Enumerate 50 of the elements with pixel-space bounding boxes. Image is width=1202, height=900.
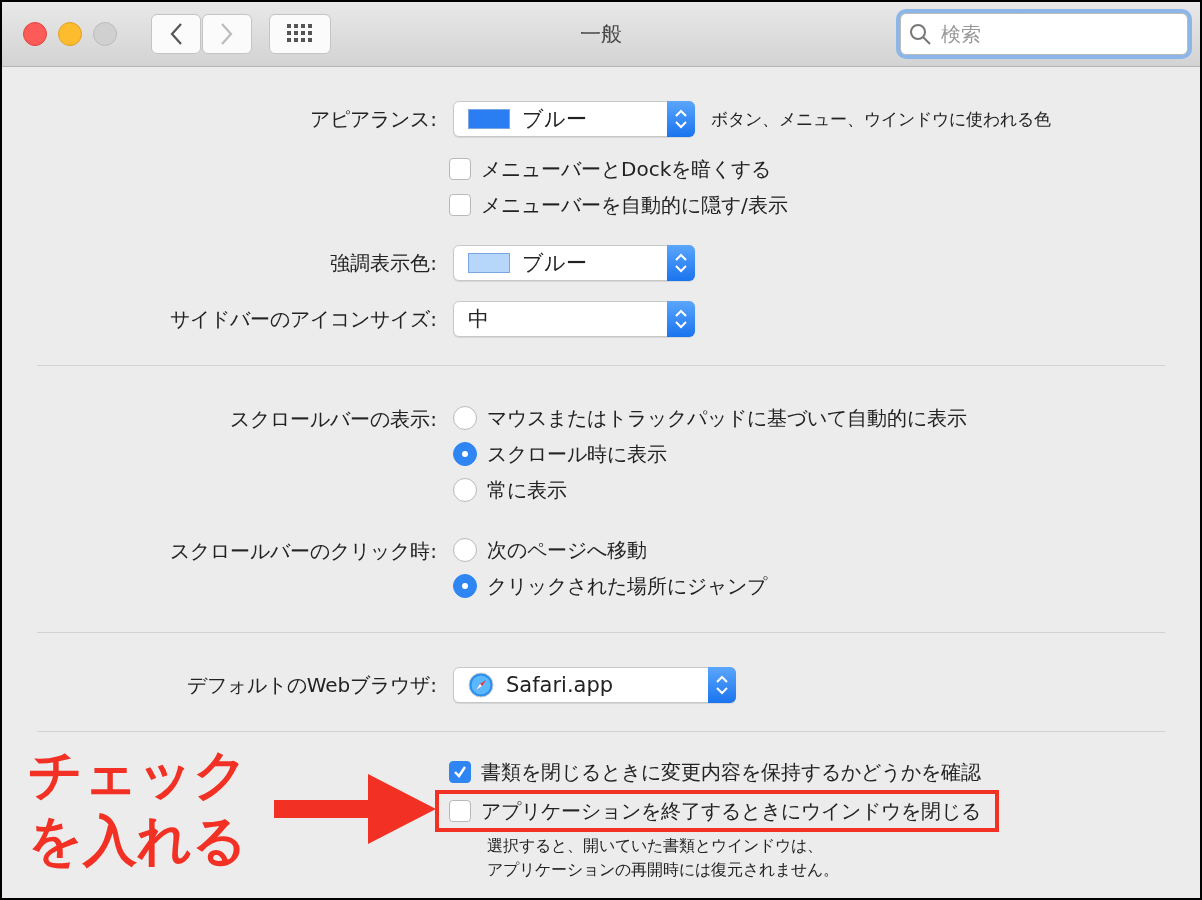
setting-label: スクロールバーのクリック時:	[170, 538, 437, 565]
radio-button[interactable]	[453, 538, 477, 562]
radio-button[interactable]	[453, 478, 477, 502]
up-down-chevron-icon	[674, 252, 688, 274]
up-down-chevron-icon	[674, 108, 688, 130]
checkbox-box[interactable]	[449, 761, 471, 783]
radio-button[interactable]	[453, 406, 477, 430]
checkmark-icon	[452, 764, 468, 780]
popup-menu[interactable]: ブルー	[453, 101, 695, 137]
hint-text: ボタン、メニュー、ウインドウに使われる色	[711, 107, 1051, 131]
checkbox-box[interactable]	[449, 158, 471, 180]
chevron-right-icon	[220, 22, 234, 46]
annotation-text: チェック	[28, 742, 248, 808]
compass-icon	[468, 672, 494, 698]
back-button[interactable]	[151, 14, 201, 54]
popup-menu[interactable]: 中	[453, 301, 695, 337]
setting-label: サイドバーのアイコンサイズ:	[170, 305, 437, 333]
radio-option[interactable]: 次のページへ移動	[453, 532, 647, 568]
window-title: 一般	[580, 21, 622, 48]
description-text: 選択すると、開いていた書類とウインドウは、	[487, 835, 823, 857]
setting-label: アピアランス:	[310, 105, 437, 133]
radio-button[interactable]	[453, 442, 477, 466]
setting-label: スクロールバーの表示:	[230, 406, 437, 433]
minimize-button[interactable]	[58, 22, 82, 46]
checkbox-box[interactable]	[449, 194, 471, 216]
radio-option[interactable]: マウスまたはトラックパッドに基づいて自動的に表示	[453, 400, 967, 436]
popup-menu[interactable]: ブルー	[453, 245, 695, 281]
search-icon	[908, 22, 932, 46]
radio-option[interactable]: 常に表示	[453, 472, 567, 508]
checkbox[interactable]: メニューバーとDockを暗くする	[449, 155, 772, 183]
up-down-chevron-icon	[674, 308, 688, 330]
zoom-button[interactable]	[93, 22, 117, 46]
radio-button[interactable]	[453, 574, 477, 598]
close-button[interactable]	[23, 22, 47, 46]
setting-label: 強調表示色:	[330, 249, 437, 277]
description-text: アプリケーションの再開時には復元されません。	[487, 859, 839, 881]
checkbox[interactable]: メニューバーを自動的に隠す/表示	[449, 191, 788, 219]
popup-menu[interactable]: Safari.app	[453, 667, 736, 703]
radio-option[interactable]: クリックされた場所にジャンプ	[453, 568, 767, 604]
checkbox-box[interactable]	[449, 800, 471, 822]
radio-option[interactable]: スクロール時に表示	[453, 436, 667, 472]
setting-label: デフォルトのWebブラウザ:	[186, 671, 437, 699]
search-field[interactable]: 検索	[900, 13, 1188, 55]
checkbox[interactable]: 書類を閉じるときに変更内容を保持するかどうかを確認	[449, 758, 981, 786]
show-all-button[interactable]	[269, 14, 331, 54]
annotation-text: を入れる	[28, 808, 248, 874]
up-down-chevron-icon	[715, 674, 729, 696]
chevron-left-icon	[169, 22, 183, 46]
grid-icon	[287, 24, 313, 44]
checkbox[interactable]: アプリケーションを終了するときにウインドウを閉じる	[449, 797, 981, 825]
